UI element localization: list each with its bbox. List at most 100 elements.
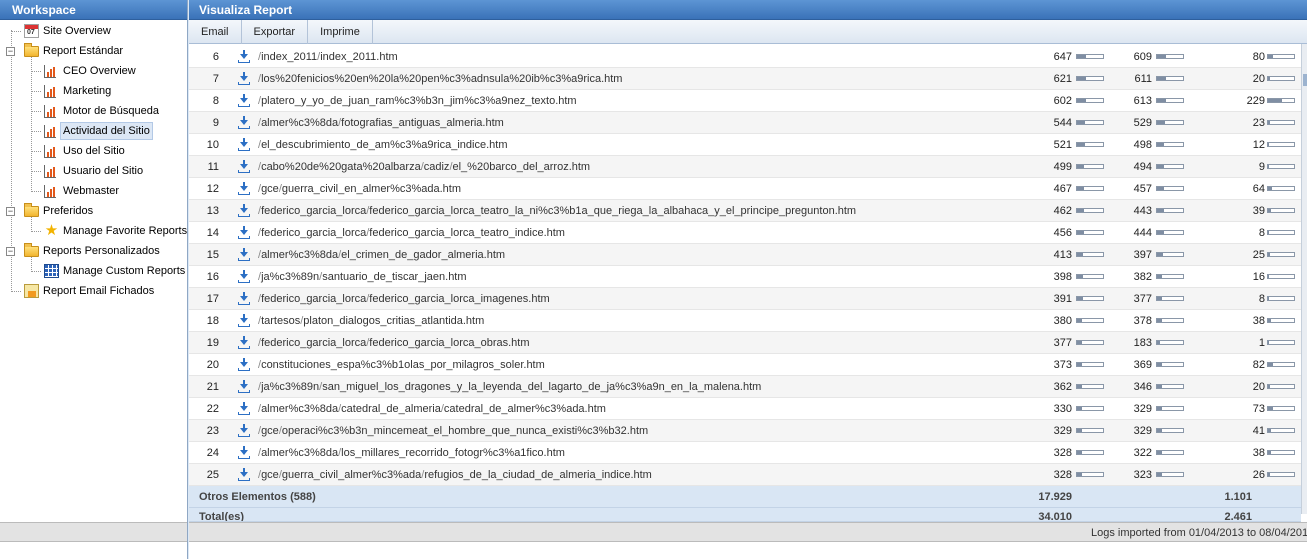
url-separator: / [258, 359, 262, 371]
tree-item-ceo-overview[interactable]: CEO Overview [0, 61, 187, 81]
table-row[interactable]: 9/almer%c3%8da/fotografias_antiguas_alme… [189, 112, 1301, 134]
export-button[interactable]: Exportar [242, 20, 309, 44]
table-row[interactable]: 19/federico_garcia_lorca/federico_garcia… [189, 332, 1301, 354]
value-col-3: 73 [1252, 403, 1265, 415]
bar-chart-icon [44, 164, 56, 178]
page-url-link[interactable]: /ja%c3%89n/san_miguel_los_dragones_y_la_… [258, 376, 761, 398]
page-url-link[interactable]: /los%20fenicios%20en%20la%20pen%c3%adnsu… [258, 68, 622, 90]
download-icon[interactable] [238, 94, 250, 107]
tree-item-label: Uso del Sitio [63, 145, 125, 157]
download-icon[interactable] [238, 138, 250, 151]
page-url-link[interactable]: /federico_garcia_lorca/federico_garcia_l… [258, 288, 550, 310]
page-url-link[interactable]: /federico_garcia_lorca/federico_garcia_l… [258, 332, 530, 354]
page-url-link[interactable]: /cabo%20de%20gata%20albarza/cadiz/el_%20… [258, 156, 590, 178]
table-row[interactable]: 13/federico_garcia_lorca/federico_garcia… [189, 200, 1301, 222]
download-icon[interactable] [238, 116, 250, 129]
value-bar-1 [1076, 54, 1104, 59]
tree-item-manage-custom-reports[interactable]: Manage Custom Reports [0, 261, 187, 281]
tree-item-marketing[interactable]: Marketing [0, 81, 187, 101]
page-url-link[interactable]: /federico_garcia_lorca/federico_garcia_l… [258, 200, 856, 222]
table-row[interactable]: 12/gce/guerra_civil_en_almer%c3%ada.htm 4… [189, 178, 1301, 200]
page-url-link[interactable]: /almer%c3%8da/los_millares_recorrido_fot… [258, 442, 565, 464]
page-url-link[interactable]: /index_2011/index_2011.htm [258, 46, 398, 68]
table-row[interactable]: 6/index_2011/index_2011.htm 647 609 80 [189, 46, 1301, 68]
tree-item-label: Preferidos [43, 205, 94, 217]
value-col-1: 373 [1053, 359, 1072, 371]
table-row[interactable]: 15/almer%c3%8da/el_crimen_de_gador_almer… [189, 244, 1301, 266]
star-icon: ★ [44, 222, 59, 239]
page-url-link[interactable]: /gce/guerra_civil_en_almer%c3%ada.htm [258, 178, 461, 200]
tree-item-webmaster[interactable]: Webmaster [0, 181, 187, 201]
download-icon[interactable] [238, 160, 250, 173]
url-separator: / [338, 249, 342, 261]
table-row[interactable]: 22/almer%c3%8da/catedral_de_almeria/cate… [189, 398, 1301, 420]
download-icon[interactable] [238, 314, 250, 327]
tree-item-site-overview[interactable]: 07 Site Overview [0, 21, 187, 41]
page-url-link[interactable]: /almer%c3%8da/catedral_de_almeria/catedr… [258, 398, 606, 420]
download-icon[interactable] [238, 270, 250, 283]
tree-item-preferidos[interactable]: − Preferidos [0, 201, 187, 221]
page-url-link[interactable]: /constituciones_espa%c3%b1olas_por_milag… [258, 354, 545, 376]
table-row[interactable]: 25/gce/guerra_civil_almer%c3%ada/refugio… [189, 464, 1301, 486]
row-index: 22 [206, 403, 219, 415]
table-row[interactable]: 16/ja%c3%89n/santuario_de_tiscar_jaen.ht… [189, 266, 1301, 288]
page-url-link[interactable]: /ja%c3%89n/santuario_de_tiscar_jaen.htm [258, 266, 467, 288]
vertical-scrollbar[interactable] [1301, 44, 1307, 514]
url-separator: / [258, 293, 262, 305]
url-separator: / [366, 337, 370, 349]
page-url-link[interactable]: /almer%c3%8da/el_crimen_de_gador_almeria… [258, 244, 505, 266]
value-bar-fill [1268, 209, 1271, 212]
url-separator: / [258, 337, 262, 349]
download-icon[interactable] [238, 226, 250, 239]
tree-item-usuario-del-sitio[interactable]: Usuario del Sitio [0, 161, 187, 181]
collapse-toggle-icon[interactable]: − [6, 47, 15, 56]
collapse-toggle-icon[interactable]: − [6, 207, 15, 216]
table-row[interactable]: 11/cabo%20de%20gata%20albarza/cadiz/el_%… [189, 156, 1301, 178]
download-icon[interactable] [238, 248, 250, 261]
tree-item-uso-del-sitio[interactable]: Uso del Sitio [0, 141, 187, 161]
value-col-1: 328 [1053, 469, 1072, 481]
url-separator: / [366, 293, 370, 305]
download-icon[interactable] [238, 292, 250, 305]
collapse-toggle-icon[interactable]: − [6, 247, 15, 256]
page-url-link[interactable]: /tartesos/platon_dialogos_critias_atlant… [258, 310, 484, 332]
download-icon[interactable] [238, 446, 250, 459]
table-row[interactable]: 18/tartesos/platon_dialogos_critias_atla… [189, 310, 1301, 332]
download-icon[interactable] [238, 50, 250, 63]
download-icon[interactable] [238, 336, 250, 349]
table-row[interactable]: 14/federico_garcia_lorca/federico_garcia… [189, 222, 1301, 244]
download-icon[interactable] [238, 358, 250, 371]
page-url-link[interactable]: /el_descubrimiento_de_am%c3%a9rica_indic… [258, 134, 507, 156]
download-icon[interactable] [238, 182, 250, 195]
table-row[interactable]: 17/federico_garcia_lorca/federico_garcia… [189, 288, 1301, 310]
table-row[interactable]: 10/el_descubrimiento_de_am%c3%a9rica_ind… [189, 134, 1301, 156]
tree-item-report-estandar[interactable]: − Report Estándar [0, 41, 187, 61]
table-row[interactable]: 24/almer%c3%8da/los_millares_recorrido_f… [189, 442, 1301, 464]
email-button[interactable]: Email [189, 20, 242, 44]
tree-item-reports-personalizados[interactable]: − Reports Personalizados [0, 241, 187, 261]
tree-item-report-email-fichados[interactable]: Report Email Fichados [0, 281, 187, 301]
table-row[interactable]: 21/ja%c3%89n/san_miguel_los_dragones_y_l… [189, 376, 1301, 398]
download-icon[interactable] [238, 72, 250, 85]
download-icon[interactable] [238, 468, 250, 481]
table-row[interactable]: 20/constituciones_espa%c3%b1olas_por_mil… [189, 354, 1301, 376]
tree-item-actividad-del-sitio[interactable]: Actividad del Sitio [0, 121, 187, 141]
table-row[interactable]: 7/los%20fenicios%20en%20la%20pen%c3%adns… [189, 68, 1301, 90]
tree-item-motor-de-busqueda[interactable]: Motor de Búsqueda [0, 101, 187, 121]
bar-chart-icon [44, 124, 56, 138]
download-icon[interactable] [238, 380, 250, 393]
scrollbar-thumb[interactable] [1303, 74, 1307, 86]
page-url-link[interactable]: /platero_y_yo_de_juan_ram%c3%b3n_jim%c3%… [258, 90, 577, 112]
table-row[interactable]: 23/gce/operaci%c3%b3n_mincemeat_el_hombr… [189, 420, 1301, 442]
download-icon[interactable] [238, 204, 250, 217]
download-icon[interactable] [238, 424, 250, 437]
page-url-link[interactable]: /almer%c3%8da/fotografias_antiguas_almer… [258, 112, 504, 134]
table-row[interactable]: 8/platero_y_yo_de_juan_ram%c3%b3n_jim%c3… [189, 90, 1301, 112]
tree-item-manage-favorite-reports[interactable]: ★ Manage Favorite Reports [0, 221, 187, 241]
page-url-link[interactable]: /gce/operaci%c3%b3n_mincemeat_el_hombre_… [258, 420, 648, 442]
page-url-link[interactable]: /federico_garcia_lorca/federico_garcia_l… [258, 222, 565, 244]
value-bar-3 [1267, 186, 1295, 191]
download-icon[interactable] [238, 402, 250, 415]
print-button[interactable]: Imprime [308, 20, 373, 44]
page-url-link[interactable]: /gce/guerra_civil_almer%c3%ada/refugios_… [258, 464, 652, 486]
